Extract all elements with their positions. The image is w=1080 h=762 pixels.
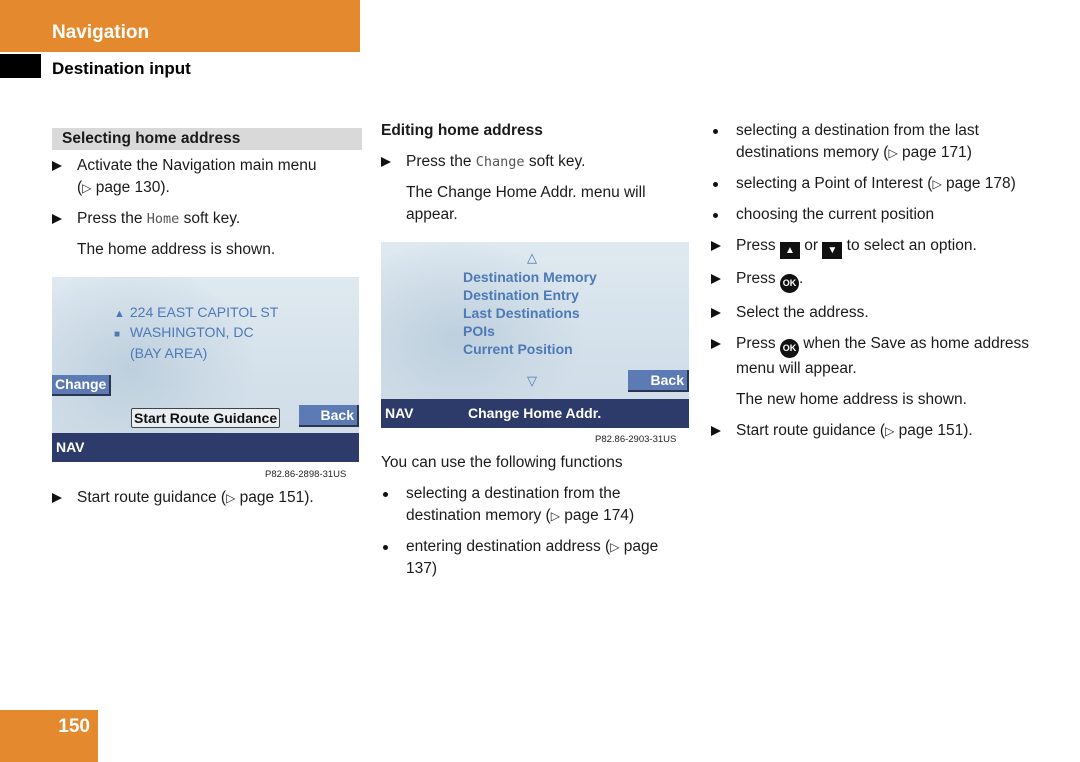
page-ref[interactable]: page 151 (240, 489, 305, 506)
street-icon: ▲ (114, 308, 125, 320)
menu-item-current-position[interactable]: Current Position (463, 340, 597, 358)
softkey-home: Home (146, 211, 180, 227)
page-ref-icon: ▷ (226, 491, 236, 505)
column-functions-continued: selecting a destination from the last de… (711, 120, 1041, 451)
chapter-title: Navigation (52, 22, 150, 43)
step-save-home: Press OK when the Save as home address m… (711, 333, 1041, 380)
functions-list: You can use the following functions sele… (381, 452, 691, 589)
section-marker (0, 54, 41, 78)
bullet-icon (713, 129, 718, 134)
nav-screen-change-home: △ Destination Memory Destination Entry L… (381, 242, 689, 428)
status-bar: NAV (52, 433, 359, 462)
bullet-poi: selecting a Point of Interest (▷ page 17… (711, 173, 1041, 195)
bullet-destination-address: entering destination address (▷ page 137… (381, 536, 691, 580)
bullet-current-position: choosing the current position (711, 204, 1041, 226)
functions-intro: You can use the following functions (381, 454, 623, 471)
step-arrow-icon (381, 157, 391, 167)
city-icon: ■ (114, 329, 121, 340)
address-city: WASHINGTON, DC (129, 324, 254, 340)
page-ref[interactable]: page 130 (96, 179, 161, 196)
ok-button-icon: OK (779, 339, 799, 358)
step-start-route-1: Start route guidance (▷ page 151). (52, 487, 362, 518)
subheading-selecting-home: Selecting home address (52, 128, 362, 150)
status-title: Change Home Addr. (468, 405, 602, 421)
page-ref-icon: ▷ (888, 146, 898, 160)
back-button[interactable]: Back (299, 405, 359, 427)
page-ref-icon: ▷ (82, 181, 92, 195)
scroll-up-icon[interactable]: △ (527, 250, 537, 266)
page-number: 150 (58, 716, 90, 737)
step-arrow-icon (711, 308, 721, 318)
bullet-icon (383, 492, 388, 497)
menu-item-last-destinations[interactable]: Last Destinations (463, 304, 597, 322)
image-caption: P82.86-2903-31US (595, 434, 677, 445)
page-ref[interactable]: page 151 (899, 422, 964, 439)
bullet-icon (713, 213, 718, 218)
down-key-icon: ▼ (822, 242, 843, 259)
address-street: 224 EAST CAPITOL ST (129, 304, 279, 320)
subheading-editing-home: Editing home address (381, 122, 543, 139)
step-arrow-icon (52, 214, 62, 224)
bullet-destination-memory: selecting a destination from the destina… (381, 483, 691, 527)
step-arrow-icon (711, 241, 721, 251)
address-block: ▲ 224 EAST CAPITOL ST ■ WASHINGTON, DC (… (114, 303, 278, 362)
step-press-home: Press the Home soft key. (52, 208, 362, 230)
page-ref[interactable]: page 174 (564, 507, 629, 524)
section-title: Destination input (52, 59, 191, 78)
bullet-icon (713, 182, 718, 187)
change-button[interactable]: Change (52, 375, 111, 396)
step-press-change: Press the Change soft key. (381, 151, 691, 173)
step-arrow-icon (711, 426, 721, 436)
status-nav-label: NAV (56, 439, 85, 455)
step-start-route-2: Start route guidance (▷ page 151). (711, 420, 1041, 442)
status-bar: NAV Change Home Addr. (381, 399, 689, 428)
menu-list: Destination Memory Destination Entry Las… (463, 268, 597, 358)
menu-item-pois[interactable]: POIs (463, 322, 597, 340)
step-arrow-icon (711, 339, 721, 349)
note-change-menu: The Change Home Addr. menu will appear. (406, 184, 646, 223)
step-arrow-icon (52, 493, 62, 503)
chapter-header: Navigation (0, 0, 360, 52)
page-number-box: 150 (0, 710, 98, 762)
scroll-down-icon[interactable]: ▽ (527, 373, 537, 389)
column-selecting-home: Selecting home address Activate the Navi… (52, 128, 362, 270)
step-arrow-icon (711, 274, 721, 284)
step-select-address: Select the address. (711, 302, 1041, 324)
image-caption: P82.86-2898-31US (265, 469, 347, 480)
menu-item-destination-entry[interactable]: Destination Entry (463, 286, 597, 304)
page-ref[interactable]: page 171 (902, 144, 967, 161)
address-area: (BAY AREA) (130, 345, 208, 361)
start-route-guidance-button[interactable]: Start Route Guidance (131, 408, 281, 428)
note-home-shown: The home address is shown. (77, 241, 276, 258)
ok-button-icon: OK (779, 274, 799, 293)
page-ref-icon: ▷ (610, 540, 620, 554)
bullet-icon (383, 545, 388, 550)
page-ref-icon: ▷ (932, 177, 942, 191)
step-arrow-icon (52, 161, 62, 171)
menu-item-destination-memory[interactable]: Destination Memory (463, 268, 597, 286)
page-ref-icon: ▷ (550, 509, 560, 523)
column-editing-home: Editing home address Press the Change so… (381, 120, 691, 235)
page-ref[interactable]: page 178 (946, 175, 1011, 192)
nav-screen-home-address: ▲ 224 EAST CAPITOL ST ■ WASHINGTON, DC (… (52, 277, 359, 462)
bullet-last-destinations: selecting a destination from the last de… (711, 120, 1041, 164)
step-press-ok: Press OK. (711, 268, 1041, 293)
status-nav-label: NAV (385, 405, 414, 421)
step-activate-menu: Activate the Navigation main menu (▷ pag… (52, 155, 362, 199)
back-button[interactable]: Back (628, 370, 689, 392)
up-key-icon: ▲ (779, 242, 800, 259)
note-new-home: The new home address is shown. (736, 391, 967, 408)
softkey-change: Change (475, 154, 525, 170)
step-select-option: Press ▲ or ▼ to select an option. (711, 235, 1041, 259)
page-ref-icon: ▷ (885, 424, 895, 438)
